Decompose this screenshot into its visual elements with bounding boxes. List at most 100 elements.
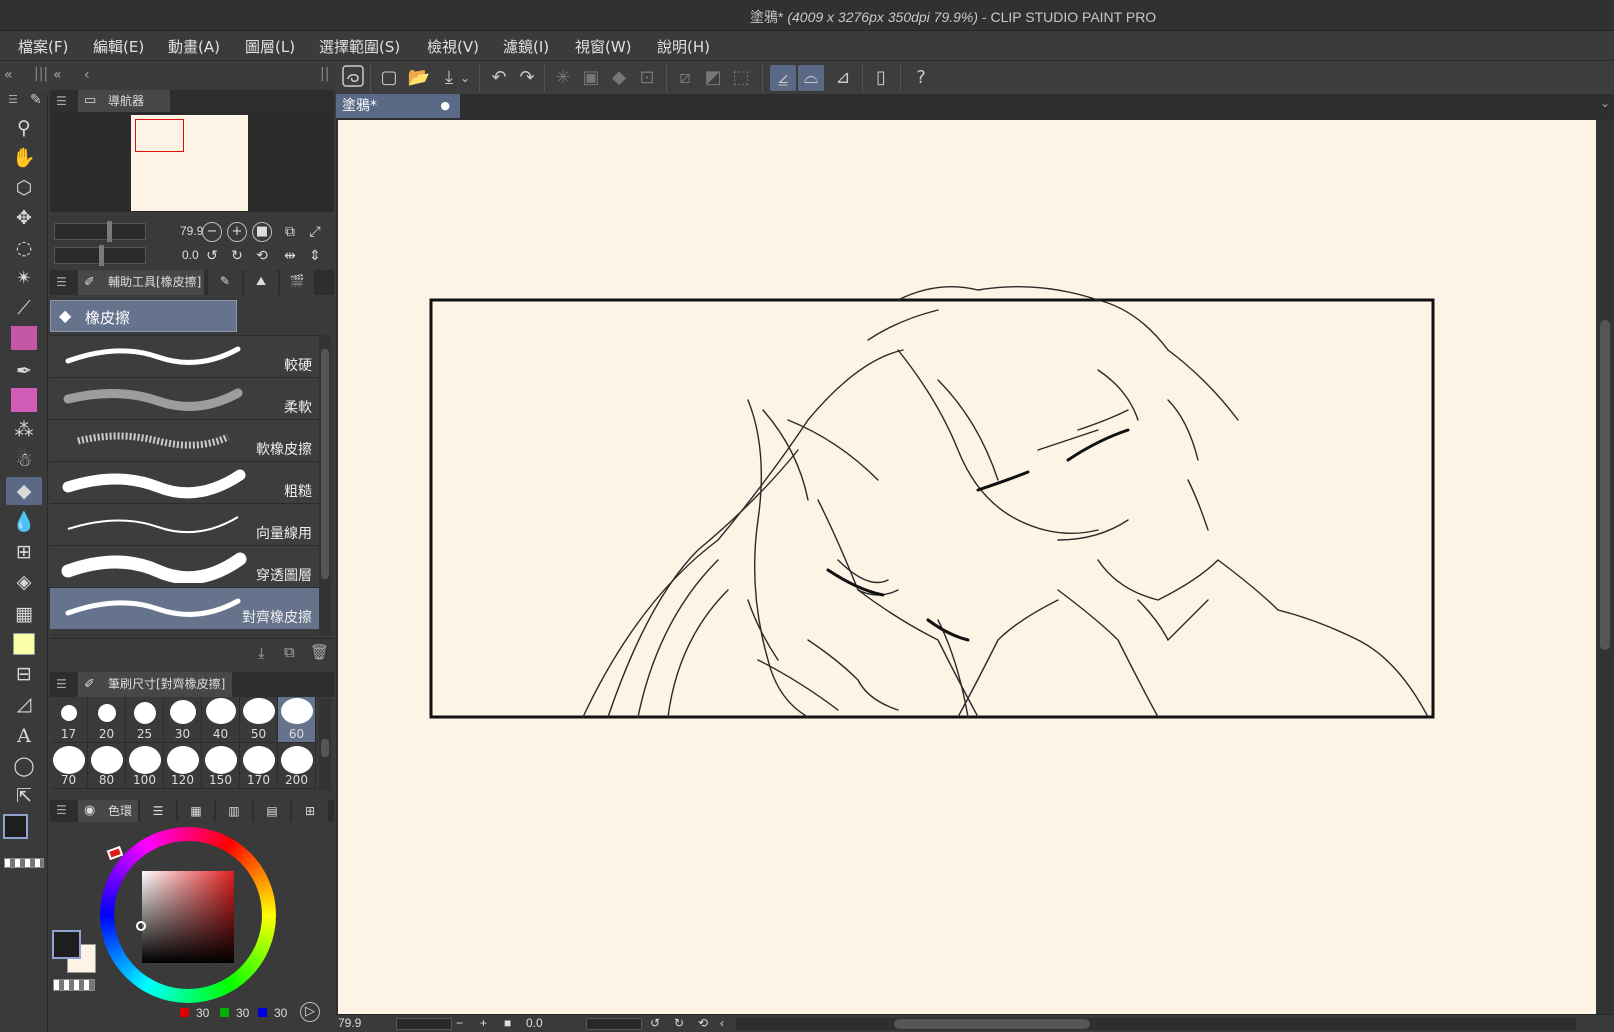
pen-icon[interactable]: ✎ (30, 92, 42, 108)
hand-icon[interactable]: ✋ (6, 144, 42, 172)
collapse-panel-icon[interactable]: « (53, 67, 62, 83)
rotate-right-icon[interactable]: ↻ (674, 1016, 684, 1030)
tab-subtool[interactable]: ✐ 輔助工具[橡皮擦] (78, 270, 204, 295)
eyedropper-icon[interactable]: ⟋ (6, 294, 42, 322)
collapse-left-icon[interactable]: « (4, 67, 13, 83)
ruler-icon[interactable]: ◿ (6, 690, 42, 718)
flip-horizontal-icon[interactable]: ⇹ (280, 246, 300, 266)
brush-size-80[interactable]: 80 (88, 743, 126, 789)
brush-snap-eraser[interactable]: 對齊橡皮擦 (50, 587, 319, 629)
brush-size-70[interactable]: 70 (50, 743, 88, 789)
decoration-icon[interactable]: ☃ (6, 446, 42, 474)
rotate-left-icon[interactable]: ↺ (650, 1016, 660, 1030)
brush-size-170[interactable]: 170 (240, 743, 278, 789)
tab-intermediate-icon[interactable]: ▥ (216, 800, 252, 822)
menu-edit[interactable]: 編輯(E) (93, 36, 144, 57)
zoom-slider[interactable] (54, 221, 146, 242)
snap-grid-icon[interactable]: ⊿ (830, 65, 856, 91)
subtool-group-eraser[interactable]: ◆ 橡皮擦 (50, 300, 237, 332)
airbrush-icon[interactable]: ⁂ (6, 416, 42, 444)
menu-animation[interactable]: 動畫(A) (168, 36, 220, 57)
menu-icon[interactable]: ☰ (56, 803, 67, 817)
transparent-color-swatch[interactable] (53, 979, 95, 991)
brush-size-150[interactable]: 150 (202, 743, 240, 789)
actual-size-icon[interactable]: ■ (504, 1016, 511, 1030)
tab-pen-icon[interactable]: ✎ (208, 270, 242, 295)
zoom-out-icon[interactable]: − (202, 222, 222, 242)
blend-icon[interactable]: 💧 (6, 508, 42, 536)
canvas-vertical-scrollbar[interactable] (1596, 120, 1614, 1018)
tab-mountain-icon[interactable]: ⛰ (244, 270, 278, 295)
document-tab[interactable]: 塗鴉* ● (336, 94, 460, 118)
play-icon[interactable]: ▷ (300, 1002, 320, 1022)
menu-icon[interactable]: ☰ (56, 94, 67, 108)
gradient-icon[interactable]: ▦ (6, 600, 42, 628)
correct-line-icon[interactable]: ⇱ (6, 782, 42, 810)
tab-brush-size[interactable]: ✐ 筆刷尺寸[對齊橡皮擦] (78, 672, 232, 697)
redo-icon[interactable]: ↷ (514, 65, 540, 91)
rotate-right-icon[interactable]: ↻ (227, 246, 247, 266)
menu-filter[interactable]: 濾鏡(I) (503, 36, 549, 57)
canvas-horizontal-scrollbar[interactable] (736, 1018, 1576, 1030)
zoom-in-icon[interactable]: + (227, 222, 247, 242)
pencil-avatar-icon[interactable] (11, 388, 37, 412)
transparent-color-swatch[interactable] (4, 858, 44, 868)
move-icon[interactable]: ✥ (6, 204, 42, 232)
fill-bucket-icon[interactable]: ◈ (6, 568, 42, 596)
menu-icon[interactable]: ☰ (56, 677, 67, 691)
tab-color-wheel[interactable]: ◉ 色環 (78, 800, 138, 822)
actual-size-icon[interactable]: ■ (252, 222, 272, 242)
new-file-icon[interactable]: ▢ (376, 65, 402, 91)
undo-icon[interactable]: ↶ (486, 65, 512, 91)
figure-icon[interactable]: ⊞ (6, 538, 42, 566)
brush-size-120[interactable]: 120 (164, 743, 202, 789)
zoom-out-icon[interactable]: − (456, 1016, 463, 1030)
chevron-left-icon[interactable]: ‹ (720, 1016, 724, 1030)
eraser-icon[interactable]: ◆ (6, 477, 42, 505)
menu-icon[interactable]: ☰ (8, 93, 18, 106)
rotate-left-icon[interactable]: ↺ (202, 246, 222, 266)
zoom-in-icon[interactable]: + (480, 1016, 487, 1030)
open-folder-icon[interactable]: 📂 (406, 65, 432, 91)
brush-size-20[interactable]: 20 (88, 697, 126, 743)
menu-file[interactable]: 檔案(F) (18, 36, 68, 57)
menu-icon[interactable]: ☰ (56, 275, 67, 289)
chevron-left-icon[interactable]: ‹ (84, 67, 90, 83)
menu-window[interactable]: 視窗(W) (575, 36, 632, 57)
status-rotation-slider[interactable] (586, 1018, 642, 1030)
canvas-paper[interactable] (338, 120, 1596, 1018)
zoom-icon[interactable]: ⚲ (6, 114, 42, 142)
brush-size-100[interactable]: 100 (126, 743, 164, 789)
brush-size-17[interactable]: 17 (50, 697, 88, 743)
chevron-down-icon[interactable]: ⌄ (458, 65, 472, 91)
fit-window-icon[interactable]: ⤢ (305, 222, 325, 242)
pen-tool-icon[interactable]: ✒ (6, 357, 42, 385)
snap-ruler-icon[interactable]: ⦤ (770, 65, 796, 91)
color-picker-cursor[interactable] (136, 921, 146, 931)
brush-size-30[interactable]: 30 (164, 697, 202, 743)
main-color-swatch[interactable] (3, 814, 28, 839)
navigator-viewport[interactable] (135, 119, 184, 152)
brush-size-scrollbar[interactable] (319, 699, 331, 791)
close-dot-icon[interactable]: ● (440, 94, 450, 118)
balloon-icon[interactable]: ◯ (6, 752, 42, 780)
rotation-slider[interactable] (54, 245, 146, 266)
brush-size-40[interactable]: 40 (202, 697, 240, 743)
color-swatch-icon[interactable] (6, 630, 42, 658)
brush-soft-eraser[interactable]: 軟橡皮擦 (50, 419, 319, 461)
magic-wand-icon[interactable]: ✴ (6, 264, 42, 292)
snap-special-ruler-icon[interactable]: ⌓ (798, 65, 824, 91)
copy-icon[interactable]: ⧉ (284, 643, 295, 661)
smartphone-icon[interactable]: ▯ (868, 65, 894, 91)
brush-size-25[interactable]: 25 (126, 697, 164, 743)
subtool-scrollbar[interactable] (319, 335, 331, 635)
fit-icon[interactable]: ⧉ (280, 222, 300, 242)
object-icon[interactable]: ⬡ (6, 174, 42, 202)
tab-clapper-icon[interactable]: 🎬 (280, 270, 314, 295)
avatar-brush-icon[interactable] (11, 326, 37, 350)
menu-view[interactable]: 檢視(V) (427, 36, 479, 57)
frame-icon[interactable]: ⊟ (6, 660, 42, 688)
reset-rotation-icon[interactable]: ⟲ (698, 1016, 708, 1030)
saturation-value-square[interactable] (142, 871, 234, 963)
brush-hard[interactable]: 較硬 (50, 335, 319, 377)
